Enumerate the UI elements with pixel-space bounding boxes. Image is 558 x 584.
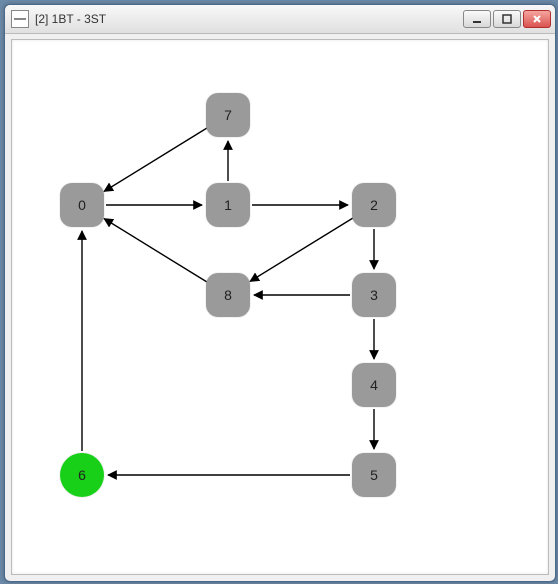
graph-canvas[interactable]: 0 1 2 3 4 5 6 7 8	[12, 40, 548, 574]
maximize-button[interactable]	[493, 10, 521, 28]
graph-node-0[interactable]: 0	[60, 183, 104, 227]
edge-2-8	[250, 218, 353, 282]
close-button[interactable]	[523, 10, 551, 28]
graph-node-2[interactable]: 2	[352, 183, 396, 227]
app-icon	[11, 10, 29, 28]
graph-node-6[interactable]: 6	[60, 453, 104, 497]
graph-node-5[interactable]: 5	[352, 453, 396, 497]
app-window: [2] 1BT - 3ST 0 1 2 3 4 5 6 7 8	[4, 4, 556, 582]
window-controls	[463, 10, 551, 28]
minimize-button[interactable]	[463, 10, 491, 28]
titlebar[interactable]: [2] 1BT - 3ST	[5, 5, 555, 34]
window-title: [2] 1BT - 3ST	[35, 12, 463, 26]
graph-node-4[interactable]: 4	[352, 363, 396, 407]
edge-8-0	[104, 219, 207, 283]
graph-node-3[interactable]: 3	[352, 273, 396, 317]
graph-node-1[interactable]: 1	[206, 183, 250, 227]
graph-node-7[interactable]: 7	[206, 93, 250, 137]
client-area: 0 1 2 3 4 5 6 7 8	[11, 39, 549, 575]
graph-node-8[interactable]: 8	[206, 273, 250, 317]
edge-7-0	[104, 128, 207, 192]
